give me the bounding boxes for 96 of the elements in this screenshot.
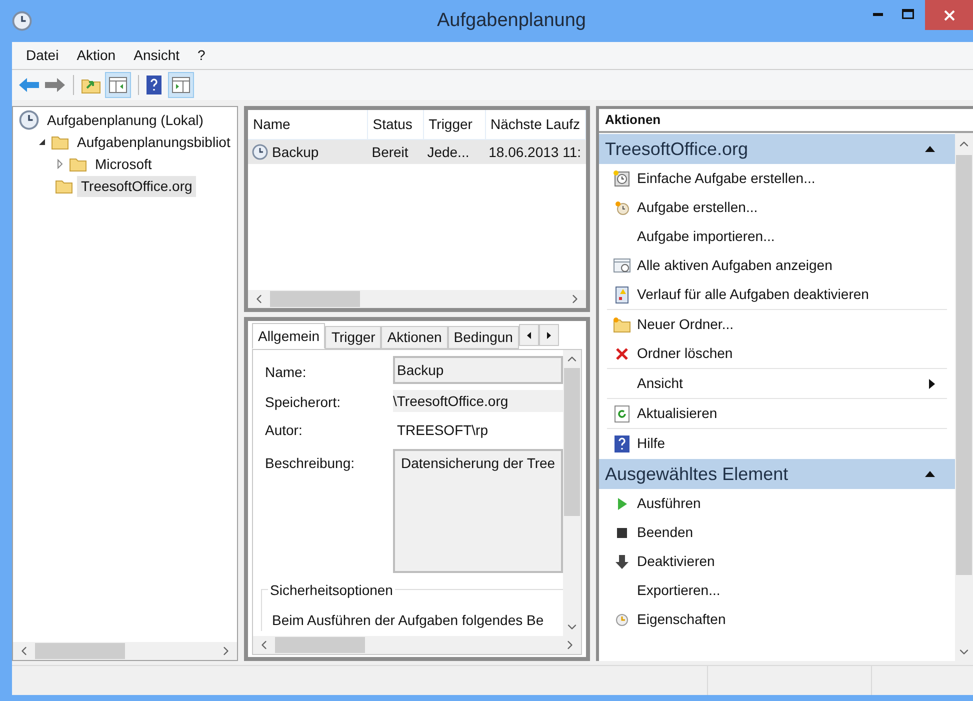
action-item[interactable]: Aufgabe importieren... <box>607 222 947 251</box>
forward-arrow-icon[interactable] <box>44 77 66 93</box>
section-title: Ausgewähltes Element <box>605 462 790 486</box>
tab[interactable]: Bedingun <box>448 326 519 349</box>
scrollbar-thumb[interactable] <box>956 155 972 575</box>
task-row[interactable]: Backup Bereit Jede... 18.06.2013 11: <box>248 140 586 164</box>
notebook-icon <box>614 286 630 304</box>
description-field[interactable]: Datensicherung der Tree <box>393 449 563 573</box>
action-item[interactable]: Verlauf für alle Aufgaben deaktivieren <box>607 280 947 309</box>
table-cell-text: Backup <box>272 142 319 162</box>
field-label: Speicherort: <box>265 393 342 412</box>
table-cell-text: Bereit <box>372 142 408 162</box>
author-value: TREESOFT\rp <box>396 421 488 440</box>
horizontal-scrollbar[interactable] <box>13 642 237 660</box>
panel-layout-icon <box>172 77 190 93</box>
maximize-icon <box>902 9 914 19</box>
action-item[interactable]: Exportieren... <box>607 576 947 605</box>
tab[interactable]: Allgemein <box>252 323 326 349</box>
field-label: Beschreibung: <box>265 454 356 473</box>
window-clock-icon <box>613 258 631 274</box>
collapsed-triangle-icon[interactable] <box>55 159 65 169</box>
collapse-triangle-icon[interactable] <box>925 471 935 477</box>
down-arrow-icon <box>615 554 629 570</box>
section-title: TreesoftOffice.org <box>605 138 750 161</box>
help-icon <box>614 434 630 452</box>
delete-cross-icon <box>615 346 629 360</box>
vertical-scrollbar[interactable] <box>563 350 581 636</box>
scrollbar-thumb[interactable] <box>35 643 125 659</box>
tree-item[interactable]: TreesoftOffice.org <box>77 176 196 196</box>
folder-star-icon <box>613 316 631 332</box>
show-tree-button[interactable] <box>105 72 131 98</box>
column-header[interactable]: Nächste Laufz <box>486 110 586 139</box>
field-label: Name: <box>265 363 308 382</box>
close-icon <box>944 10 954 20</box>
menu-item[interactable]: Ansicht <box>134 45 180 66</box>
left-triangle-icon <box>526 332 531 338</box>
window-title: Aufgabenplanung <box>436 8 587 33</box>
right-triangle-icon <box>546 332 551 338</box>
column-header[interactable]: Name <box>248 110 368 139</box>
tree-item[interactable]: Aufgabenplanungsbibliot <box>73 132 234 152</box>
stop-icon <box>617 528 627 538</box>
play-icon <box>616 496 628 510</box>
action-item[interactable]: Aufgabe erstellen... <box>607 193 947 222</box>
column-header[interactable]: Status <box>368 110 424 139</box>
horizontal-scrollbar[interactable] <box>248 290 586 308</box>
calendar-clock-icon <box>613 170 631 188</box>
action-item[interactable]: Aktualisieren <box>607 399 947 428</box>
folder-icon <box>55 178 73 194</box>
action-item[interactable]: Alle aktiven Aufgaben anzeigen <box>607 251 947 280</box>
collapse-triangle-icon[interactable] <box>925 146 935 152</box>
tree-item[interactable]: Microsoft <box>91 154 156 174</box>
clock-icon <box>19 110 39 130</box>
section-header[interactable]: Ausgewähltes Element <box>599 459 955 489</box>
show-actions-button[interactable] <box>168 72 194 98</box>
scrollbar-thumb[interactable] <box>564 368 580 516</box>
action-item[interactable]: Deaktivieren <box>607 547 947 576</box>
scrollbar-thumb[interactable] <box>275 637 365 653</box>
security-text: Beim Ausführen der Aufgaben folgendes Be <box>272 611 545 630</box>
name-field[interactable]: Backup <box>393 356 563 384</box>
app-clock-icon <box>12 11 32 31</box>
back-arrow-icon[interactable] <box>18 77 40 93</box>
tab-scroll-left-button[interactable] <box>518 324 539 346</box>
minimize-icon <box>873 12 883 16</box>
column-header[interactable]: Trigger <box>424 110 486 139</box>
section-header[interactable]: TreesoftOffice.org <box>599 134 955 164</box>
vertical-scrollbar[interactable] <box>955 133 973 661</box>
menu-item[interactable]: Aktion <box>76 45 116 66</box>
help-icon[interactable] <box>146 75 162 95</box>
tab[interactable]: Trigger <box>325 326 382 349</box>
location-field: \TreesoftOffice.org <box>393 390 563 412</box>
close-button[interactable] <box>925 0 973 30</box>
horizontal-scrollbar[interactable] <box>253 636 581 654</box>
action-item[interactable]: Ausführen <box>607 489 947 518</box>
folder-icon <box>69 156 87 172</box>
task-folder-icon <box>51 134 69 150</box>
action-item[interactable]: Neuer Ordner... <box>607 310 947 339</box>
menu-item[interactable]: ? <box>198 45 206 66</box>
field-label: Autor: <box>265 421 304 440</box>
action-item[interactable]: Einfache Aufgabe erstellen... <box>607 164 947 193</box>
clock-icon <box>615 612 629 626</box>
action-item[interactable]: Ansicht <box>607 369 947 398</box>
action-item[interactable]: Hilfe <box>607 429 947 458</box>
tab-scroll-right-button[interactable] <box>538 324 559 346</box>
table-cell-text: Jede... <box>427 142 470 162</box>
table-cell-text: 18.06.2013 11: <box>488 142 581 162</box>
panel-layout-icon <box>109 77 127 93</box>
tree-item[interactable]: Aufgabenplanung (Lokal) <box>43 110 208 130</box>
action-item[interactable]: Ordner löschen <box>607 339 947 368</box>
scrollbar-thumb[interactable] <box>270 291 360 307</box>
expanded-triangle-icon[interactable] <box>37 137 47 147</box>
action-item[interactable]: Eigenschaften <box>607 605 947 634</box>
clock-icon <box>252 144 268 160</box>
refresh-page-icon <box>614 404 630 422</box>
tab[interactable]: Aktionen <box>381 326 448 349</box>
menu-item[interactable]: Datei <box>26 45 59 66</box>
action-item[interactable]: Beenden <box>607 518 947 547</box>
